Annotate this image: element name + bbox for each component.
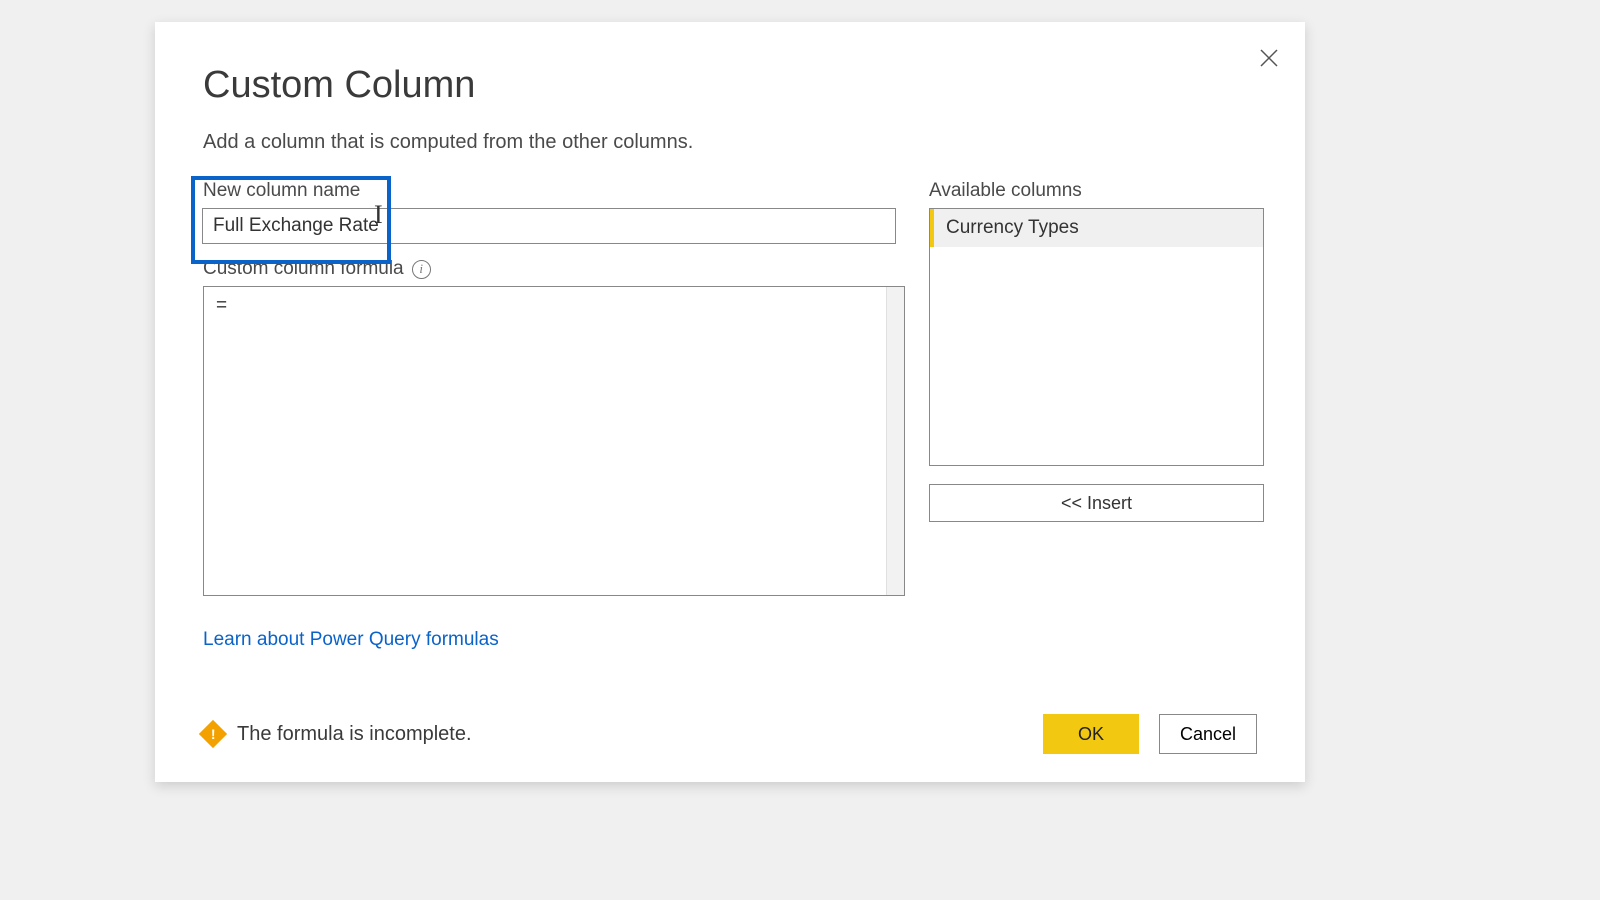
close-button[interactable]: [1251, 40, 1287, 76]
info-icon[interactable]: i: [412, 260, 431, 279]
formula-label: Custom column formula i: [203, 258, 905, 280]
status-bar: ! The formula is incomplete.: [203, 723, 472, 746]
available-columns-label: Available columns: [929, 180, 1264, 202]
formula-scrollbar[interactable]: [886, 287, 904, 595]
learn-link[interactable]: Learn about Power Query formulas: [203, 629, 499, 651]
warning-icon: !: [199, 720, 227, 748]
custom-column-dialog: Custom Column Add a column that is compu…: [155, 22, 1305, 782]
column-name-input[interactable]: [202, 208, 896, 244]
status-message: The formula is incomplete.: [237, 723, 472, 746]
available-columns-list: Currency Types: [929, 208, 1264, 466]
dialog-title: Custom Column: [203, 64, 1257, 107]
list-item[interactable]: Currency Types: [930, 209, 1263, 247]
ok-button[interactable]: OK: [1043, 714, 1139, 754]
dialog-subtitle: Add a column that is computed from the o…: [203, 131, 1257, 154]
cancel-button[interactable]: Cancel: [1159, 714, 1257, 754]
formula-input[interactable]: [203, 286, 905, 596]
column-name-label: New column name: [203, 180, 905, 202]
formula-label-text: Custom column formula: [203, 258, 404, 280]
insert-button[interactable]: << Insert: [929, 484, 1264, 522]
close-icon: [1260, 49, 1278, 67]
